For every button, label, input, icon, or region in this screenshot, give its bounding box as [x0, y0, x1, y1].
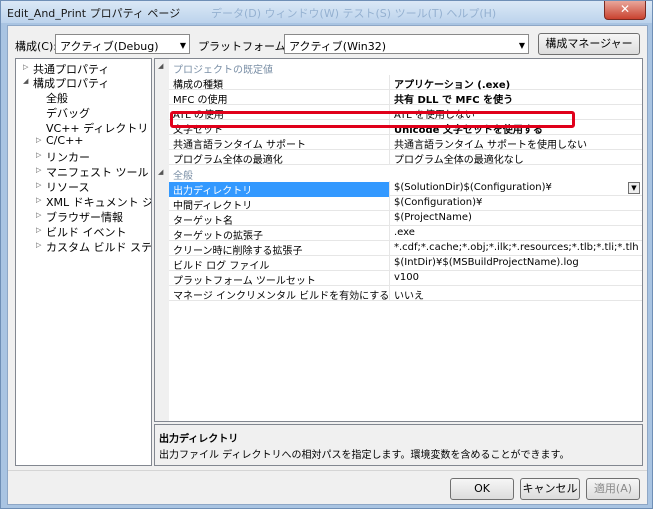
- expand-icon[interactable]: ▷: [36, 226, 41, 234]
- description-text: 出力ファイル ディレクトリへの相対パスを指定します。環境変数を含めることができま…: [159, 450, 570, 461]
- prop-row[interactable]: 構成の種類 アプリケーション (.exe): [169, 75, 642, 91]
- prop-value: いいえ: [394, 291, 424, 302]
- tree-item-manifest[interactable]: マニフェスト ツール: [46, 164, 149, 180]
- prop-row[interactable]: ターゲットの拡張子 .exe: [169, 226, 642, 242]
- prop-value: プログラム全体の最適化なし: [394, 155, 524, 166]
- expand-icon[interactable]: ▷: [36, 151, 41, 159]
- category-label: 全般: [173, 171, 193, 182]
- grid-gutter: [155, 59, 169, 421]
- prop-name: 出力ディレクトリ: [169, 182, 389, 197]
- close-button[interactable]: ✕: [604, 1, 646, 20]
- chevron-down-icon[interactable]: ▼: [628, 182, 640, 194]
- category-tree: ▷ 共通プロパティ ◢ 構成プロパティ 全般 デバッグ VC++ ディレクトリ …: [15, 58, 152, 466]
- category-label: プロジェクトの既定値: [173, 65, 273, 76]
- prop-row[interactable]: ビルド ログ ファイル $(IntDir)¥$(MSBuildProjectNa…: [169, 256, 642, 272]
- prop-value: *.cdf;*.cache;*.obj;*.ilk;*.resources;*.…: [394, 242, 639, 253]
- prop-name: 構成の種類: [173, 80, 223, 91]
- prop-name: ターゲット名: [173, 216, 233, 227]
- collapse-icon[interactable]: ◢: [158, 62, 163, 70]
- expand-icon[interactable]: ▷: [36, 166, 41, 174]
- tree-item-resources[interactable]: リソース: [46, 179, 89, 195]
- config-label: 構成(C):: [15, 40, 57, 53]
- expand-icon[interactable]: ▷: [36, 211, 41, 219]
- prop-row[interactable]: マネージ インクリメンタル ビルドを有効にする いいえ: [169, 286, 642, 302]
- divider: [8, 470, 647, 471]
- prop-value[interactable]: $(SolutionDir)$(Configuration)¥: [394, 182, 639, 193]
- prop-value: v100: [394, 272, 420, 283]
- prop-name: マネージ インクリメンタル ビルドを有効にする: [173, 291, 390, 302]
- prop-row[interactable]: MFC の使用 共有 DLL で MFC を使う: [169, 90, 642, 106]
- config-manager-button[interactable]: 構成マネージャー(O)...: [538, 33, 640, 70]
- prop-name: 共通言語ランタイム サポート: [173, 140, 306, 151]
- prop-row[interactable]: 共通言語ランタイム サポート 共通言語ランタイム サポートを使用しない: [169, 135, 642, 151]
- expand-icon[interactable]: ▷: [23, 63, 28, 71]
- config-combo[interactable]: アクティブ(Debug) ▼: [55, 34, 190, 54]
- expand-icon[interactable]: ▷: [36, 181, 41, 189]
- prop-value: 共通言語ランタイム サポートを使用しない: [394, 140, 587, 151]
- prop-row[interactable]: 出力ディレクトリ $(SolutionDir)$(Configuration)¥…: [169, 181, 642, 197]
- collapse-icon[interactable]: ◢: [158, 168, 163, 176]
- tree-item-linker[interactable]: リンカー: [46, 149, 90, 165]
- prop-value: 共有 DLL で MFC を使う: [394, 95, 514, 106]
- tree-item-build-events[interactable]: ビルド イベント: [46, 224, 127, 240]
- tree-item-xml-doc[interactable]: XML ドキュメント ジェネ: [46, 194, 151, 210]
- expand-icon[interactable]: ▷: [36, 196, 41, 204]
- property-pages-window: Edit_And_Print プロパティ ページ データ(D) ウィンドウ(W)…: [0, 0, 653, 509]
- prop-row[interactable]: ターゲット名 $(ProjectName): [169, 211, 642, 227]
- prop-row[interactable]: クリーン時に削除する拡張子 *.cdf;*.cache;*.obj;*.ilk;…: [169, 241, 642, 257]
- tree-item-config-props[interactable]: 構成プロパティ: [33, 75, 109, 91]
- prop-name: プログラム全体の最適化: [173, 155, 283, 166]
- expand-icon[interactable]: ▷: [36, 136, 41, 144]
- background-menu-ghost: データ(D) ウィンドウ(W) テスト(S) ツール(T) ヘルプ(H): [211, 7, 497, 20]
- cancel-button[interactable]: キャンセル: [520, 478, 580, 500]
- chevron-down-icon: ▼: [179, 41, 186, 50]
- config-value: アクティブ(Debug): [60, 40, 159, 53]
- prop-name: ビルド ログ ファイル: [173, 261, 270, 272]
- prop-name: 中間ディレクトリ: [173, 201, 253, 212]
- prop-row[interactable]: 中間ディレクトリ $(Configuration)¥: [169, 196, 642, 212]
- window-title: Edit_And_Print プロパティ ページ: [7, 7, 181, 20]
- platform-value: アクティブ(Win32): [289, 40, 387, 53]
- tree-item-cpp[interactable]: C/C++: [46, 134, 84, 147]
- category-general[interactable]: ◢ 全般: [155, 166, 642, 182]
- platform-combo[interactable]: アクティブ(Win32) ▼: [284, 34, 529, 54]
- expand-icon[interactable]: ▷: [36, 241, 41, 249]
- prop-row[interactable]: プラットフォーム ツールセット v100: [169, 271, 642, 287]
- prop-name: プラットフォーム ツールセット: [173, 276, 316, 287]
- prop-value: アプリケーション (.exe): [394, 80, 511, 91]
- prop-name: クリーン時に削除する拡張子: [173, 246, 303, 257]
- prop-value: .exe: [394, 227, 415, 238]
- description-title: 出力ディレクトリ: [159, 434, 239, 445]
- dialog-client: 構成(C): アクティブ(Debug) ▼ プラットフォーム(P): アクティブ…: [7, 25, 648, 505]
- tree-item-debug[interactable]: デバッグ: [46, 105, 90, 121]
- config-toolbar: 構成(C): アクティブ(Debug) ▼ プラットフォーム(P): アクティブ…: [8, 33, 647, 70]
- prop-row[interactable]: プログラム全体の最適化 プログラム全体の最適化なし: [169, 150, 642, 166]
- title-bar[interactable]: Edit_And_Print プロパティ ページ データ(D) ウィンドウ(W)…: [1, 1, 652, 23]
- collapse-icon[interactable]: ◢: [23, 77, 28, 85]
- prop-name: ターゲットの拡張子: [173, 231, 263, 242]
- tree-item-browse-info[interactable]: ブラウザー情報: [46, 209, 123, 225]
- apply-button[interactable]: 適用(A): [586, 478, 640, 500]
- chevron-down-icon: ▼: [518, 41, 525, 50]
- tree-item-custom-build[interactable]: カスタム ビルド ステップ: [46, 239, 151, 255]
- prop-value: $(ProjectName): [394, 212, 472, 223]
- ok-button[interactable]: OK: [450, 478, 514, 500]
- annotation-highlight-box: [170, 111, 575, 128]
- description-panel: 出力ディレクトリ 出力ファイル ディレクトリへの相対パスを指定します。環境変数を…: [154, 424, 643, 466]
- prop-value: $(IntDir)¥$(MSBuildProjectName).log: [394, 257, 579, 268]
- prop-value: $(Configuration)¥: [394, 197, 483, 208]
- tree-item-general[interactable]: 全般: [46, 90, 68, 106]
- prop-name: MFC の使用: [173, 95, 228, 106]
- category-defaults[interactable]: ◢ プロジェクトの既定値: [155, 60, 642, 76]
